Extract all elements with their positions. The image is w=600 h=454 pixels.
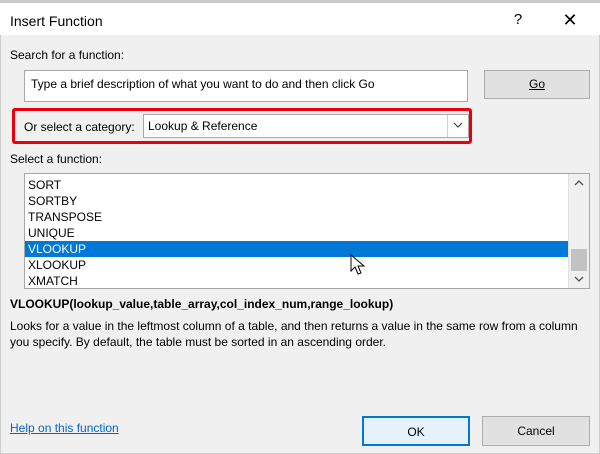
close-icon[interactable]: ✕ [556,8,584,32]
chevron-down-icon[interactable] [447,115,468,137]
ok-button[interactable]: OK [362,416,470,446]
list-item[interactable]: SORT [25,177,569,193]
vertical-scrollbar[interactable] [568,174,589,288]
list-item[interactable]: TRANSPOSE [25,209,569,225]
function-syntax: VLOOKUP(lookup_value,table_array,col_ind… [10,297,394,311]
function-description: Looks for a value in the leftmost column… [10,319,578,349]
dialog-title: Insert Function [10,13,103,29]
go-button[interactable]: Go [484,70,590,99]
search-input[interactable]: Type a brief description of what you wan… [24,70,468,102]
function-list[interactable]: SORT SORTBY TRANSPOSE UNIQUE VLOOKUP XLO… [24,173,590,289]
list-item[interactable]: XLOOKUP [25,257,569,273]
scroll-down-icon[interactable] [569,271,589,288]
category-selected-value: Lookup & Reference [148,119,258,133]
list-item-selected[interactable]: VLOOKUP [25,241,569,257]
search-label: Search for a function: [10,48,125,62]
category-label: Or select a category: [24,120,135,134]
scroll-up-icon[interactable] [569,174,589,191]
list-item[interactable]: XMATCH [25,273,569,288]
scrollbar-thumb[interactable] [571,249,587,271]
category-select[interactable]: Lookup & Reference [143,114,469,138]
help-icon[interactable]: ? [508,9,528,31]
list-item[interactable]: UNIQUE [25,225,569,241]
function-list-label: Select a function: [10,152,103,166]
cancel-button[interactable]: Cancel [482,416,590,446]
help-link[interactable]: Help on this function [10,421,119,435]
list-item[interactable]: SORTBY [25,193,569,209]
title-bar: Insert Function ? ✕ [0,3,600,35]
mouse-pointer-icon [350,253,366,279]
